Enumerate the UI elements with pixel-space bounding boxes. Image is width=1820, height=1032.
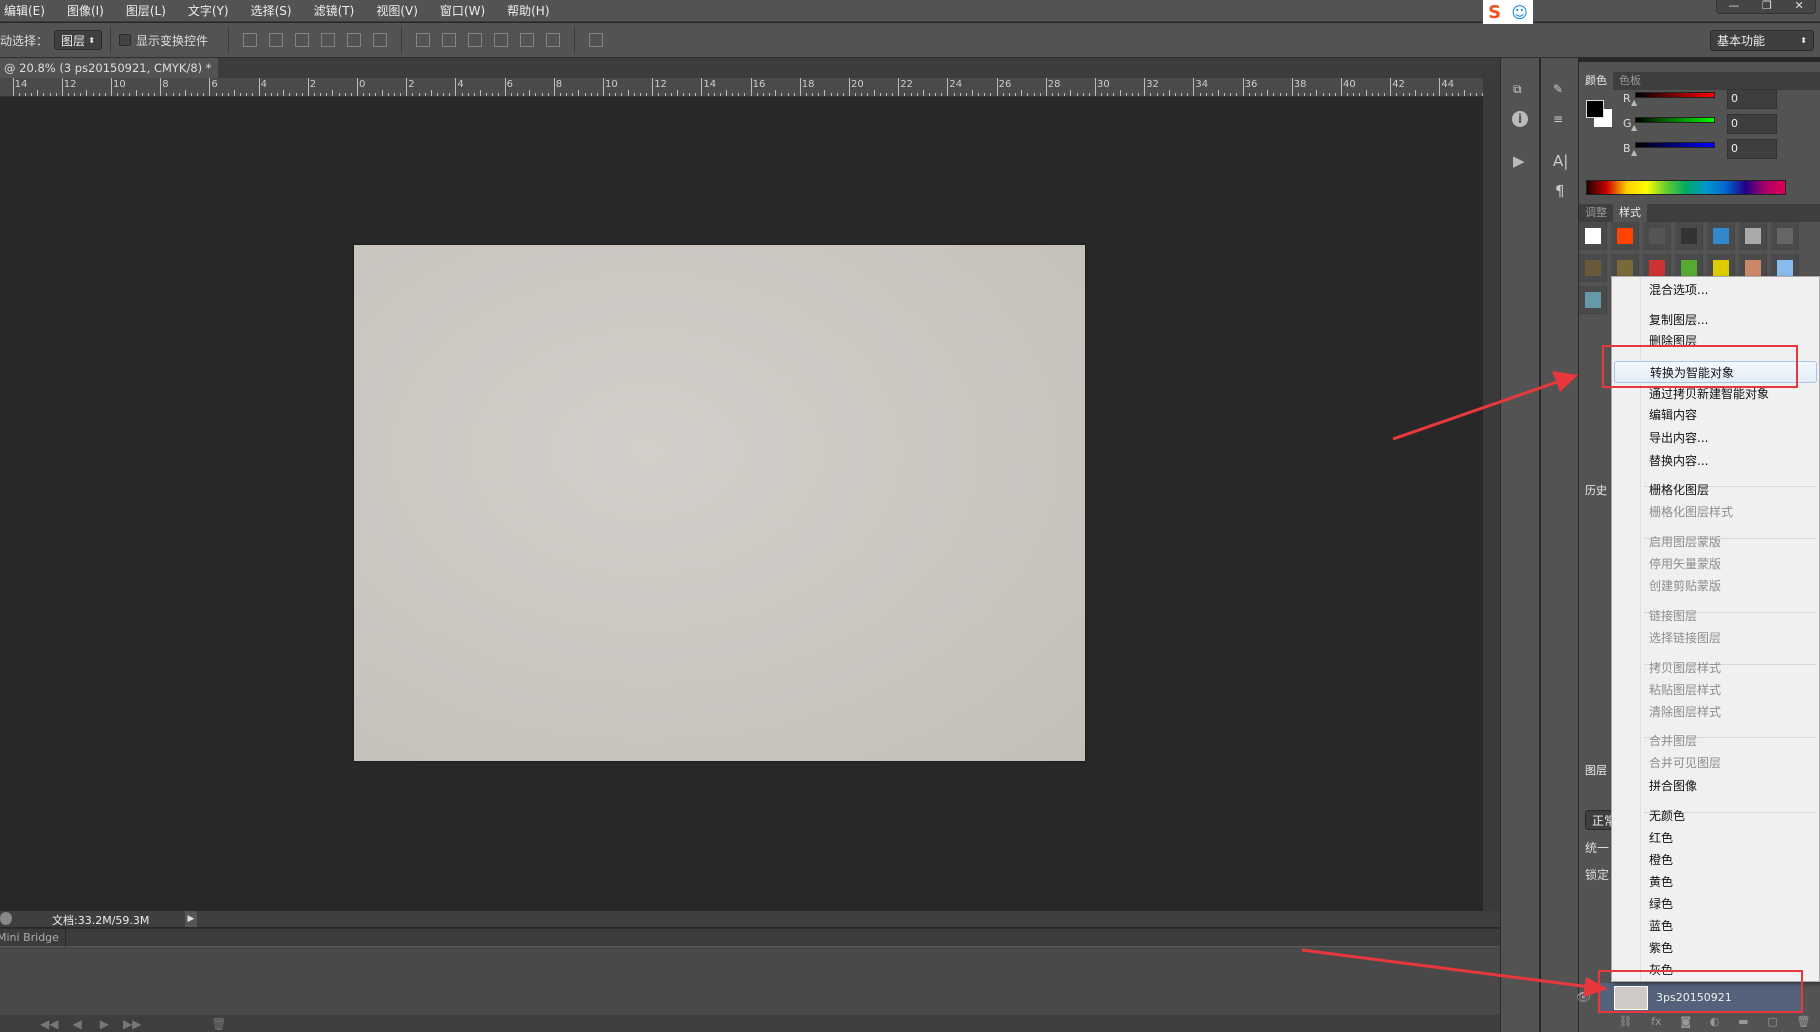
foreground-color-swatch[interactable] xyxy=(1586,100,1604,118)
annotation-arrow-1 xyxy=(1392,379,1561,441)
annotation-arrowhead-2 xyxy=(1583,977,1608,997)
annotation-arrow-2 xyxy=(1301,948,1591,989)
annotation-arrows xyxy=(1301,371,1608,997)
